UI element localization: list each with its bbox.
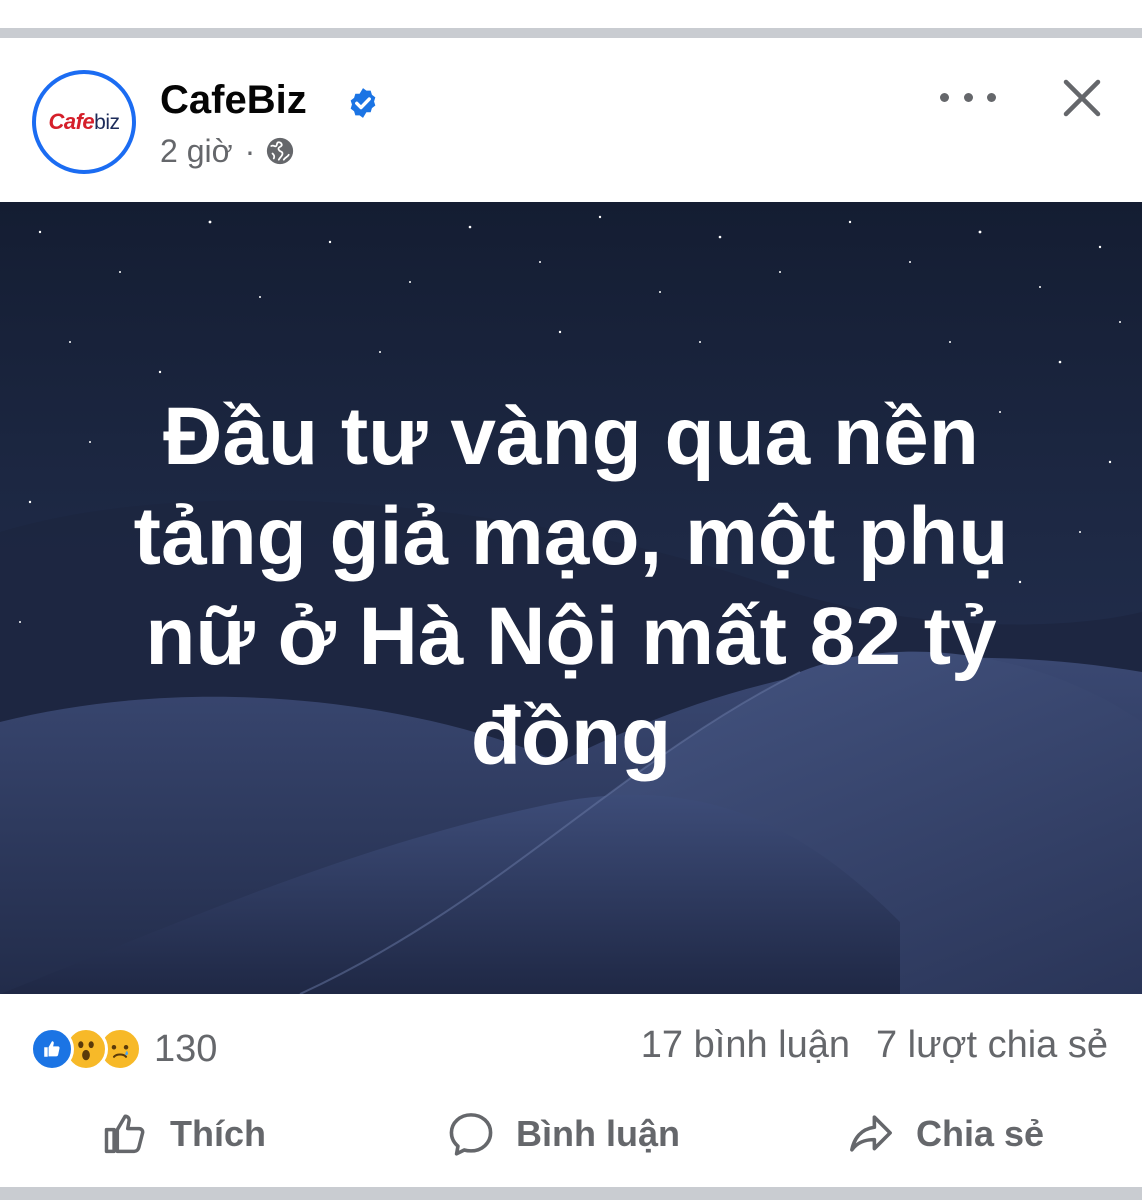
close-icon[interactable] — [1058, 74, 1106, 122]
share-arrow-icon — [850, 1115, 892, 1152]
comment-bubble-icon — [449, 1113, 493, 1156]
image-headline: Đầu tư vàng qua nền tảng giả mạo, một ph… — [0, 387, 1142, 787]
post-timestamp[interactable]: 2 giờ — [160, 132, 233, 170]
share-button[interactable]: Chia sẻ — [844, 1106, 1044, 1162]
verified-badge-icon — [350, 88, 376, 118]
engagement-stats: 17 bình luận 7 lượt chia sẻ — [641, 1024, 1108, 1067]
meta-separator: · — [244, 133, 256, 169]
globe-icon[interactable] — [265, 136, 295, 166]
comment-count[interactable]: 17 bình luận — [641, 1024, 850, 1067]
post-image[interactable]: Đầu tư vàng qua nền tảng giả mạo, một ph… — [0, 202, 1142, 994]
like-reaction-icon — [30, 1027, 74, 1071]
share-label: Chia sẻ — [916, 1113, 1045, 1154]
page-name[interactable]: CafeBiz — [160, 76, 307, 124]
feed-divider-bottom — [0, 1187, 1142, 1200]
like-label: Thích — [170, 1113, 266, 1154]
page-avatar[interactable]: Cafebiz — [32, 70, 136, 174]
headline-line: nữ ở Hà Nội mất 82 tỷ — [145, 591, 997, 682]
post-meta: 2 giờ · — [160, 132, 295, 170]
reaction-summary[interactable]: 130 — [30, 1026, 217, 1072]
more-options-icon[interactable] — [940, 80, 996, 114]
feed-divider-top — [0, 28, 1142, 38]
reaction-count: 130 — [154, 1027, 218, 1070]
headline-line: đồng — [470, 691, 672, 782]
headline-line: tảng giả mạo, một phụ — [133, 491, 1009, 582]
thumbs-up-icon — [104, 1114, 145, 1154]
comment-label: Bình luận — [516, 1113, 680, 1154]
headline-line: Đầu tư vàng qua nền — [163, 391, 979, 482]
like-button[interactable]: Thích — [100, 1106, 266, 1162]
share-count[interactable]: 7 lượt chia sẻ — [876, 1024, 1108, 1067]
cafebiz-logo: Cafebiz — [48, 109, 120, 134]
comment-button[interactable]: Bình luận — [444, 1106, 680, 1162]
